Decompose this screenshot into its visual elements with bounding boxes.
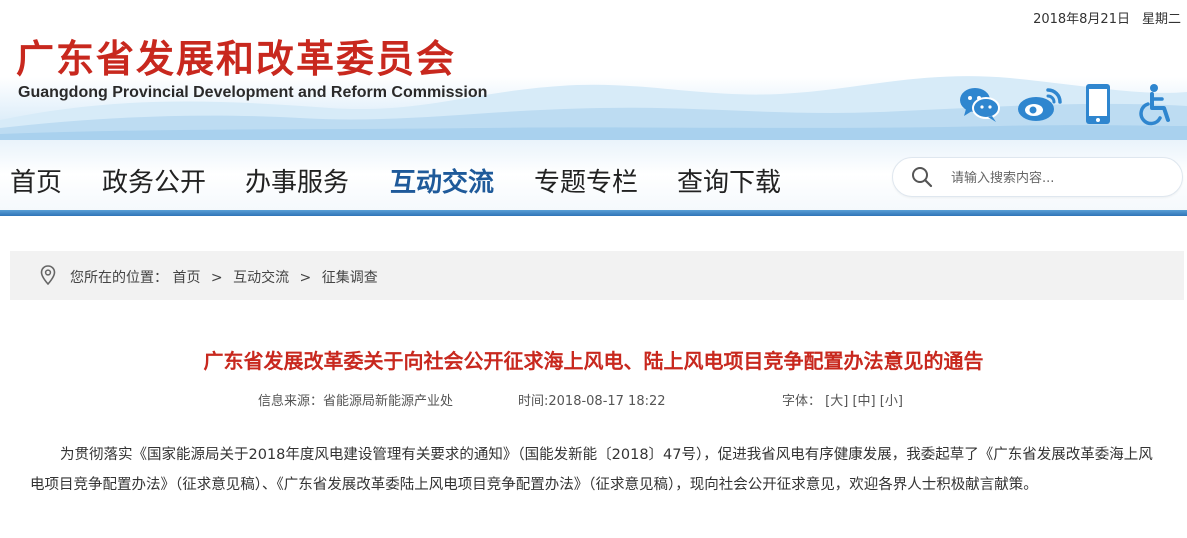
nav-item-home[interactable]: 首页: [10, 162, 62, 199]
breadcrumb-separator: >: [210, 270, 223, 286]
search-box: [892, 157, 1183, 197]
weekday-text: 星期二: [1141, 12, 1181, 27]
mobile-icon[interactable]: [1078, 82, 1122, 126]
font-size-label: 字体：: [782, 394, 822, 409]
location-pin-icon: [40, 265, 56, 289]
weibo-icon[interactable]: [1016, 82, 1062, 126]
breadcrumb-interaction[interactable]: 互动交流: [233, 270, 289, 286]
breadcrumb: 您所在的位置： 首页 > 互动交流 > 征集调查: [10, 251, 1184, 300]
main-nav: 首页 政务公开 办事服务 互动交流 专题专栏 查询下载: [0, 140, 1187, 216]
article-title: 广东省发展改革委关于向社会公开征求海上风电、陆上风电项目竞争配置办法意见的通告: [203, 349, 984, 373]
font-size-medium-button[interactable]: [中]: [852, 394, 875, 409]
breadcrumb-survey[interactable]: 征集调查: [322, 270, 378, 286]
site-header: 2018年8月21日 星期二 广东省发展和改革委员会 Guangdong Prov…: [0, 0, 1187, 140]
site-title[interactable]: 广东省发展和改革委员会: [16, 28, 456, 83]
breadcrumb-trail: 您所在的位置： 首页 > 互动交流 > 征集调查: [70, 267, 378, 287]
nav-item-government-affairs[interactable]: 政务公开: [102, 162, 206, 199]
site-subtitle-en: Guangdong Provincial Development and Ref…: [18, 84, 488, 101]
search-input[interactable]: [949, 167, 1173, 189]
article-body: 为贯彻落实《国家能源局关于2018年度风电建设管理有关要求的通知》（国能发新能〔…: [30, 447, 1153, 493]
search-icon[interactable]: [911, 166, 933, 192]
nav-item-topics[interactable]: 专题专栏: [534, 162, 638, 199]
font-size-large-button[interactable]: [大]: [825, 394, 848, 409]
font-size-small-button[interactable]: [小]: [880, 394, 903, 409]
font-size-controls: 字体： [大] [中] [小]: [782, 390, 903, 409]
wechat-icon[interactable]: [958, 82, 1002, 126]
accessibility-icon[interactable]: [1136, 82, 1180, 126]
nav-item-services[interactable]: 办事服务: [245, 162, 349, 199]
breadcrumb-prefix: 您所在的位置：: [70, 270, 168, 286]
nav-item-interaction[interactable]: 互动交流: [390, 162, 494, 199]
article-time: 时间:2018-08-17 18:22: [518, 394, 666, 409]
nav-item-downloads[interactable]: 查询下载: [677, 162, 781, 199]
current-date: 2018年8月21日 星期二: [1033, 8, 1181, 27]
date-text: 2018年8月21日: [1033, 12, 1130, 27]
breadcrumb-home[interactable]: 首页: [172, 270, 200, 286]
breadcrumb-separator: >: [299, 270, 312, 286]
article-source: 信息来源：省能源局新能源产业处: [258, 394, 454, 409]
